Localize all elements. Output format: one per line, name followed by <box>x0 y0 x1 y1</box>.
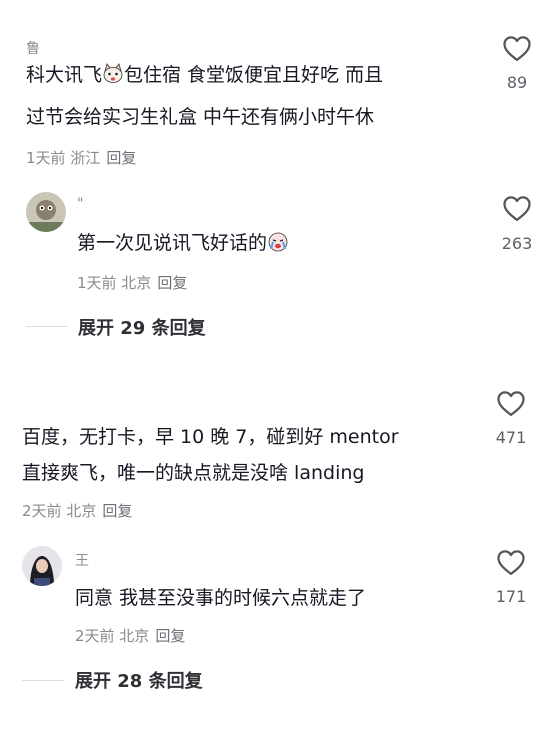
comment-time-location: 2天前 北京 <box>22 502 97 520</box>
reply-text-line: 第一次见说讯飞好话的 <box>77 226 289 260</box>
divider <box>26 326 68 327</box>
like-count: 89 <box>506 73 528 92</box>
avatar[interactable] <box>22 546 62 586</box>
comment-text-line: 百度，无打卡，早 10 晚 7，碰到好 mentor <box>22 426 399 448</box>
avatar[interactable] <box>26 192 66 232</box>
like-button[interactable] <box>481 548 541 580</box>
reply-time-location: 2天前 北京 <box>75 627 150 645</box>
like-count: 471 <box>495 428 527 447</box>
cat-face-emoji-icon <box>103 63 123 83</box>
reply-meta: 1天前 北京 回复 <box>77 272 187 293</box>
comment-time-location: 1天前 浙江 <box>26 149 101 167</box>
avatar-image <box>22 546 62 586</box>
comment-meta: 1天前 浙江 回复 <box>26 147 136 168</box>
heart-outline-icon <box>503 196 531 221</box>
heart-outline-icon <box>497 550 525 575</box>
comment-text-line: 科大讯飞 包住宿 食堂饭便宜且好吃 而且 <box>26 58 383 92</box>
like-button[interactable] <box>487 194 547 226</box>
reply-button[interactable]: 回复 <box>106 149 136 167</box>
avatar-image <box>26 192 66 232</box>
like-count: 263 <box>501 234 533 253</box>
heart-outline-icon <box>503 36 531 61</box>
reply-text: 第一次见说讯飞好话的 <box>77 232 268 254</box>
like-count: 171 <box>495 587 527 606</box>
like-button[interactable] <box>481 389 541 421</box>
divider <box>22 680 64 681</box>
comment-meta: 2天前 北京 回复 <box>22 500 132 521</box>
reply-button[interactable]: 回复 <box>102 502 132 520</box>
reply-button[interactable]: 回复 <box>155 627 185 645</box>
comment-text-line: 直接爽飞，唯一的缺点就是没啥 landing <box>22 462 365 484</box>
reply-meta: 2天前 北京 回复 <box>75 625 185 646</box>
comment-text-part: 科大讯飞 <box>26 64 103 86</box>
like-button[interactable] <box>487 34 547 66</box>
expand-replies-button[interactable]: 展开 29 条回复 <box>78 314 206 340</box>
expand-replies-button[interactable]: 展开 28 条回复 <box>75 667 203 693</box>
comment-text-line: 过节会给实习生礼盒 中午还有俩小时午休 <box>26 106 375 128</box>
comment-username[interactable]: 鲁 <box>26 38 40 58</box>
reply-text: 同意 我甚至没事的时候六点就走了 <box>75 587 367 609</box>
reply-time-location: 1天前 北京 <box>77 274 152 292</box>
reply-username[interactable]: " <box>77 196 83 212</box>
crying-face-emoji-icon <box>268 232 288 252</box>
comment-text-part: 包住宿 食堂饭便宜且好吃 而且 <box>124 64 384 86</box>
heart-outline-icon <box>497 391 525 416</box>
reply-username[interactable]: 王 <box>75 550 89 570</box>
reply-button[interactable]: 回复 <box>157 274 187 292</box>
